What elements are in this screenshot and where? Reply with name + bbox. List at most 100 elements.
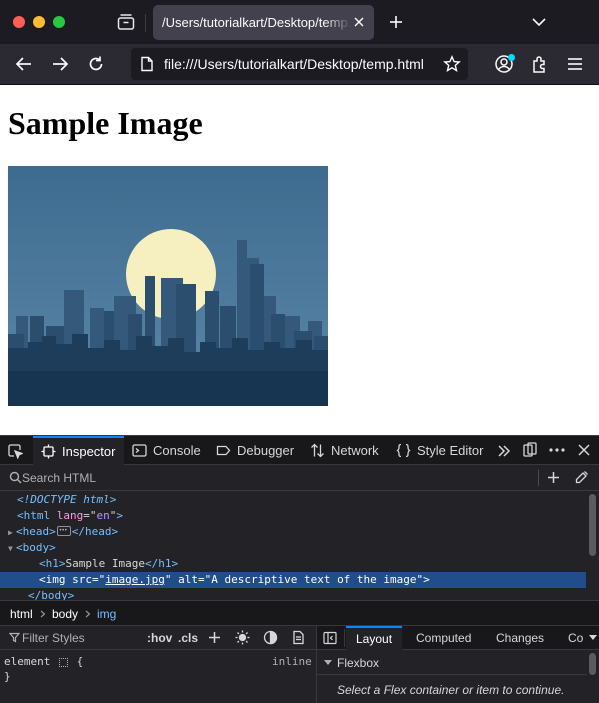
plus-icon[interactable] (207, 630, 222, 645)
tab-layout[interactable]: Layout (346, 626, 403, 650)
devtools-panel: Inspector Console Debugger Network Style… (0, 435, 599, 703)
page-content: Sample Image (0, 85, 599, 435)
hamburger-menu-icon[interactable] (566, 55, 584, 73)
markup-node-doctype[interactable]: <!DOCTYPE html> (0, 492, 586, 508)
markup-node-body-close[interactable]: </body> (0, 588, 586, 600)
breadcrumb-html[interactable]: html (10, 607, 33, 621)
sidebar-tab-bar: Layout Computed Changes Co (317, 626, 599, 650)
rule-close-brace: } (4, 670, 11, 683)
element-rule[interactable]: element { (4, 655, 83, 668)
tab-compatibility[interactable]: Co (568, 626, 588, 650)
tab-title: /Users/tutorialkart/Desktop/temp.html (162, 15, 352, 30)
tab-inspector[interactable]: Inspector (33, 436, 124, 465)
flexbox-section-header[interactable]: Flexbox (317, 651, 587, 675)
search-icon (9, 471, 22, 484)
tab-debugger-label: Debugger (237, 443, 295, 458)
contrast-icon[interactable] (263, 630, 278, 645)
chevron-right-icon (40, 610, 46, 618)
debugger-icon (216, 445, 231, 456)
zoom-window-button[interactable] (53, 16, 65, 28)
city-skyline-image (8, 166, 328, 406)
close-icon[interactable] (577, 443, 591, 457)
tab-changes[interactable]: Changes (496, 626, 544, 650)
class-toggle[interactable]: .cls (178, 631, 198, 645)
titlebar: /Users/tutorialkart/Desktop/temp.html (0, 0, 599, 44)
tab-debugger[interactable]: Debugger (216, 436, 294, 465)
sidebar-pane: Layout Computed Changes Co Flexbox Selec… (316, 626, 599, 703)
page-heading: Sample Image (8, 105, 203, 141)
body-tag-name: body (22, 541, 50, 554)
tab-divider (344, 629, 345, 647)
flexbox-heading: Flexbox (337, 656, 380, 670)
rule-close: } (4, 670, 11, 683)
h1-text-node: Sample Image (65, 557, 145, 570)
markup-node-head[interactable]: ▶<head></head> (0, 523, 586, 541)
url-text[interactable]: file:///Users/tutorialkart/Desktop/temp.… (164, 56, 434, 72)
rule-selector: element (4, 655, 51, 668)
inspector-icon (41, 444, 56, 459)
flexbox-empty-message: Select a Flex container or item to conti… (337, 683, 565, 697)
alt-attr-name: alt (178, 573, 198, 586)
network-icon (311, 443, 324, 458)
rule-origin: inline (272, 655, 312, 668)
filter-icon (9, 632, 20, 643)
notification-dot (508, 54, 515, 61)
chevron-down-icon[interactable] (589, 635, 597, 641)
print-icon[interactable] (291, 630, 306, 645)
tab-console[interactable]: Console (132, 436, 201, 465)
tab-style-editor-label: Style Editor (417, 443, 484, 458)
back-arrow-icon[interactable] (14, 54, 34, 74)
plus-icon[interactable] (387, 13, 405, 31)
page-icon (141, 56, 153, 72)
tab-network-label: Network (331, 443, 379, 458)
body-close-tag-name: body (41, 589, 68, 600)
grid-icon[interactable] (58, 657, 68, 667)
chevron-down-icon[interactable] (530, 14, 548, 30)
head-close-tag-name: head (85, 525, 112, 538)
collapse-arrow-icon[interactable]: ▼ (8, 541, 16, 557)
tab-active[interactable]: /Users/tutorialkart/Desktop/temp.html (153, 5, 374, 40)
extensions-icon[interactable] (530, 54, 550, 74)
element-picker-icon[interactable] (7, 443, 23, 459)
minimize-window-button[interactable] (33, 16, 45, 28)
markup-search-bar (0, 465, 599, 491)
close-window-button[interactable] (13, 16, 25, 28)
markup-node-html[interactable]: <html lang="en"> (0, 508, 586, 524)
markup-node-h1[interactable]: <h1>Sample Image</h1> (0, 556, 586, 572)
close-icon[interactable] (352, 15, 366, 29)
markup-node-body[interactable]: ▼ <body> (0, 540, 586, 556)
alt-attr-value: A descriptive text of the image (211, 573, 417, 586)
reload-icon[interactable] (86, 54, 106, 74)
dock-icon[interactable] (522, 442, 538, 458)
tab-overview-icon[interactable] (116, 12, 136, 32)
url-bar[interactable]: file:///Users/tutorialkart/Desktop/temp.… (131, 48, 468, 80)
light-mode-icon[interactable] (235, 630, 250, 645)
more-options-icon[interactable] (548, 442, 566, 458)
search-html-input[interactable] (22, 469, 522, 487)
forward-arrow-icon[interactable] (50, 54, 70, 74)
sidebar-scrollbar-thumb[interactable] (589, 653, 596, 675)
markup-view: <!DOCTYPE html> <html lang="en"> ▶ <head>… (0, 492, 586, 600)
star-icon[interactable] (443, 55, 461, 73)
toggle-pane-icon[interactable] (323, 631, 337, 645)
doctype-text: <!DOCTYPE html> (17, 493, 117, 506)
scrollbar-thumb[interactable] (589, 494, 596, 556)
markup-node-img[interactable]: <img src="image.jpg" alt="A descriptive … (0, 572, 586, 588)
overflow-chevrons-icon[interactable] (496, 443, 512, 459)
eyedropper-icon[interactable] (574, 470, 589, 485)
breadcrumb-img[interactable]: img (97, 607, 116, 621)
markup-scrollbar[interactable] (587, 492, 597, 600)
hover-states-toggle[interactable]: :hov (147, 631, 172, 645)
collapsed-ellipsis-icon[interactable] (56, 523, 71, 539)
filter-styles-input[interactable] (22, 629, 142, 647)
tab-network[interactable]: Network (310, 436, 379, 465)
breadcrumb-body[interactable]: body (52, 607, 78, 621)
tab-computed[interactable]: Computed (416, 626, 471, 650)
plus-icon[interactable] (546, 470, 561, 485)
html-tag-name: html (23, 509, 51, 522)
devtools-bottom-panes: :hov .cls element { } inline (0, 626, 599, 703)
expand-arrow-icon[interactable]: ▶ (8, 525, 16, 541)
console-icon (132, 444, 147, 457)
tab-style-editor[interactable]: Style Editor (396, 436, 483, 465)
src-attr-value[interactable]: image.jpg (105, 573, 165, 586)
